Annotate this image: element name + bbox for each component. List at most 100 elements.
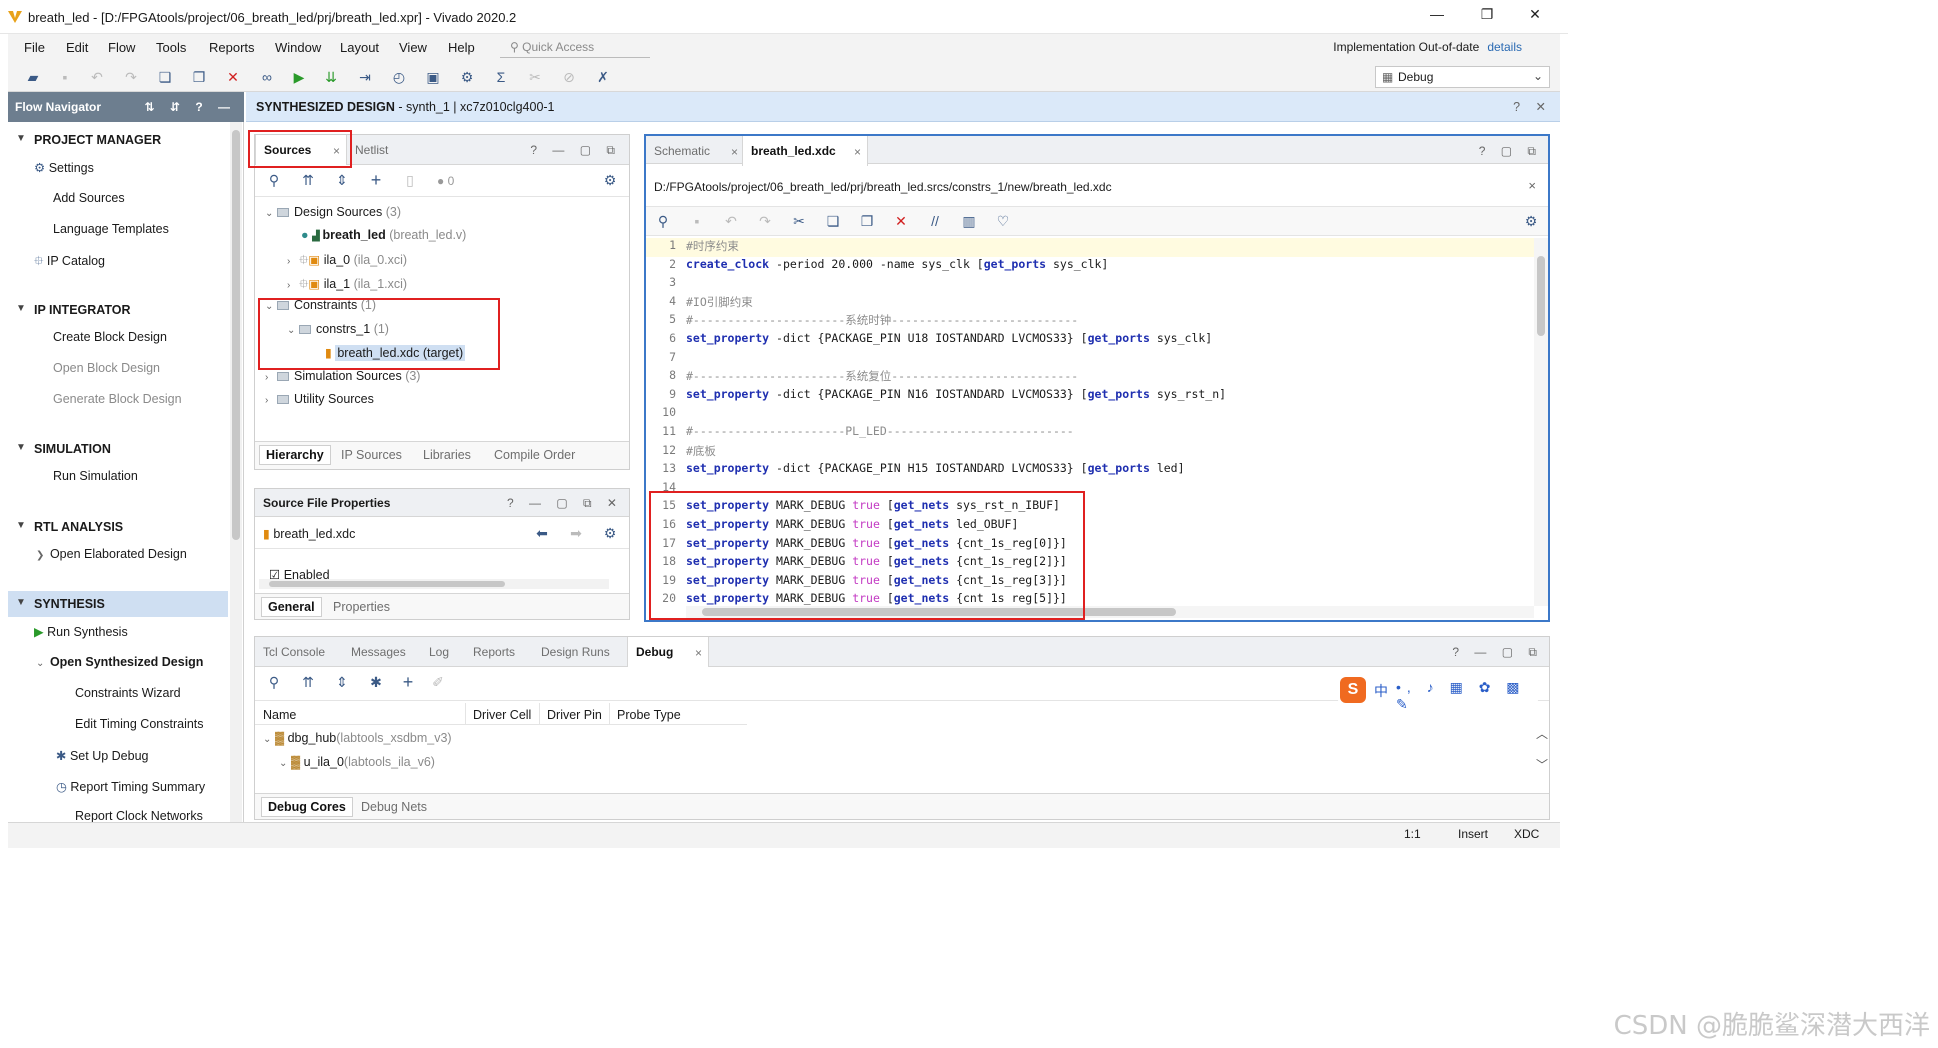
nav-run-synthesis[interactable]: ▶ Run Synthesis: [34, 624, 128, 639]
document-icon[interactable]: ▯: [401, 171, 419, 189]
undo-icon[interactable]: ↶: [722, 212, 740, 230]
tab-properties[interactable]: Properties: [333, 600, 390, 614]
sogou-logo-icon[interactable]: S: [1340, 677, 1366, 703]
tab-debug-cores[interactable]: Debug Cores: [261, 797, 353, 817]
code-line[interactable]: 2 create_clock -period 20.000 -name sys_c…: [646, 257, 1534, 276]
tree-utility-sources[interactable]: › Utility Sources: [265, 392, 374, 406]
disabled-tool-icon[interactable]: ✂: [526, 68, 544, 86]
code-line[interactable]: 20 set_property MARK_DEBUG true [get_nets…: [646, 591, 1534, 606]
nav-set-up-debug[interactable]: ✱ Set Up Debug: [56, 748, 148, 763]
lightbulb-icon[interactable]: ♡: [994, 212, 1012, 230]
horizontal-scrollbar[interactable]: [259, 579, 609, 589]
menu-window[interactable]: Window: [275, 40, 321, 55]
paste-icon[interactable]: ❐: [858, 212, 876, 230]
back-arrow-icon[interactable]: ⬅: [533, 524, 551, 542]
code-line[interactable]: 12 #底板: [646, 443, 1534, 462]
tab-sources[interactable]: Sources ×: [255, 135, 347, 165]
close-icon[interactable]: ×: [695, 646, 702, 660]
nav-open-elaborated-design[interactable]: ❯ Open Elaborated Design: [36, 547, 187, 561]
tree-ila0[interactable]: › ⯐▣ ila_0 (ila_0.xci): [287, 251, 407, 272]
code-line[interactable]: 11 #----------------------PL_LED---------…: [646, 424, 1534, 443]
tree-constraints[interactable]: ⌄ Constraints (1): [265, 298, 376, 312]
tree-simulation-sources[interactable]: › Simulation Sources (3): [265, 369, 420, 383]
nav-create-block-design[interactable]: Create Block Design: [53, 330, 167, 344]
delete-icon[interactable]: ✕: [892, 212, 910, 230]
add-icon[interactable]: +: [367, 171, 385, 189]
tree-design-sources[interactable]: ⌄ Design Sources (3): [265, 205, 401, 219]
section-project-manager[interactable]: ▼ PROJECT MANAGER: [8, 127, 228, 153]
nav-report-timing-summary[interactable]: ◷ Report Timing Summary: [56, 779, 205, 794]
nav-generate-block-design[interactable]: Generate Block Design: [53, 392, 182, 406]
close-icon[interactable]: ×: [333, 144, 340, 158]
nav-report-clock-networks[interactable]: Report Clock Networks: [75, 809, 203, 823]
code-line[interactable]: 4 #IO引脚约束: [646, 294, 1534, 313]
code-line[interactable]: 7: [646, 350, 1534, 369]
comment-icon[interactable]: //: [926, 212, 944, 230]
scrollbar-thumb[interactable]: [269, 581, 505, 587]
restore-button[interactable]: ❐: [1472, 6, 1502, 23]
tab-reports[interactable]: Reports: [465, 637, 523, 667]
bug-icon[interactable]: ✱: [367, 673, 385, 691]
nav-edit-timing-constraints[interactable]: Edit Timing Constraints: [75, 717, 204, 731]
nav-ip-catalog[interactable]: ⯐ IP Catalog: [34, 252, 105, 273]
menu-view[interactable]: View: [399, 40, 427, 55]
tree-constrs1[interactable]: ⌄ constrs_1 (1): [287, 322, 389, 336]
code-area[interactable]: 1 #时序约束 2 create_clock -period 20.000 -name…: [646, 238, 1534, 606]
expand-all-icon[interactable]: ⇕: [333, 673, 351, 691]
tab-debug-nets[interactable]: Debug Nets: [361, 800, 427, 814]
find-icon[interactable]: ∞: [258, 68, 276, 86]
tree-breath-led[interactable]: ● ▟ breath_led (breath_led.v): [301, 228, 466, 242]
enabled-checkbox-row[interactable]: ☑ Enabled: [269, 567, 330, 579]
cross-tool-icon[interactable]: ✗: [594, 68, 612, 86]
warning-count[interactable]: ● 0: [437, 174, 454, 188]
panel-controls-icon[interactable]: ? ▢ ⧉: [1479, 144, 1542, 159]
close-icon[interactable]: ×: [731, 145, 738, 159]
code-line[interactable]: 5 #----------------------系统时钟------------…: [646, 312, 1534, 331]
columns-icon[interactable]: ▥: [960, 212, 978, 230]
code-line[interactable]: 19 set_property MARK_DEBUG true [get_nets…: [646, 573, 1534, 592]
tab-design-runs[interactable]: Design Runs: [533, 637, 618, 667]
section-synthesis[interactable]: ▼ SYNTHESIS: [8, 591, 228, 617]
report-icon[interactable]: ▣: [424, 68, 442, 86]
forward-arrow-icon[interactable]: ➡: [567, 524, 585, 542]
console-scroll-arrows-icon[interactable]: ︿ ﹀: [1535, 725, 1549, 789]
tab-breath-led-xdc[interactable]: breath_led.xdc ×: [742, 136, 868, 166]
search-icon[interactable]: ⚲: [265, 171, 283, 189]
settings-gear-icon[interactable]: ⚙: [458, 68, 476, 86]
tab-hierarchy[interactable]: Hierarchy: [259, 445, 331, 465]
search-icon[interactable]: ⚲: [654, 212, 672, 230]
open-folder-icon[interactable]: ▰: [24, 68, 42, 86]
menu-edit[interactable]: Edit: [66, 40, 88, 55]
minimize-button[interactable]: —: [1422, 6, 1452, 22]
tree-ila1[interactable]: › ⯐▣ ila_1 (ila_1.xci): [287, 275, 407, 296]
column-name[interactable]: Name: [263, 708, 296, 722]
nav-language-templates[interactable]: Language Templates: [53, 222, 169, 236]
code-line[interactable]: 1 #时序约束: [646, 238, 1534, 257]
tab-log[interactable]: Log: [421, 637, 457, 667]
quick-access-input[interactable]: ⚲ Quick Access: [500, 36, 650, 58]
panel-controls-icon[interactable]: ? — ▢ ⧉: [530, 143, 621, 158]
ime-tools-icon[interactable]: •, ♪ ▦ ✿ ▩ ✎: [1396, 679, 1538, 713]
tab-tcl-console[interactable]: Tcl Console: [255, 637, 333, 667]
editor-vertical-scrollbar[interactable]: [1534, 238, 1548, 606]
disabled-tool2-icon[interactable]: ⊘: [560, 68, 578, 86]
close-icon[interactable]: ×: [1528, 178, 1536, 193]
timer-icon[interactable]: ◴: [390, 68, 408, 86]
menu-tools[interactable]: Tools: [156, 40, 186, 55]
cut-icon[interactable]: ✂: [790, 212, 808, 230]
delete-icon[interactable]: ✕: [224, 68, 242, 86]
collapse-all-icon[interactable]: ⇈: [299, 673, 317, 691]
menu-flow[interactable]: Flow: [108, 40, 135, 55]
tab-ip-sources[interactable]: IP Sources: [341, 448, 402, 462]
flow-navigator-scrollbar[interactable]: [230, 122, 242, 822]
section-simulation[interactable]: ▼ SIMULATION: [8, 436, 228, 462]
code-line[interactable]: 18 set_property MARK_DEBUG true [get_nets…: [646, 554, 1534, 573]
nav-settings[interactable]: ⚙ Settings: [34, 160, 94, 175]
code-line[interactable]: 14: [646, 480, 1534, 499]
tab-netlist[interactable]: Netlist: [347, 135, 396, 165]
code-line[interactable]: 8 #----------------------系统复位------------…: [646, 368, 1534, 387]
copy-icon[interactable]: ❏: [824, 212, 842, 230]
save-icon[interactable]: ▪: [688, 212, 706, 230]
tab-general[interactable]: General: [261, 597, 322, 617]
scrollbar-thumb[interactable]: [232, 130, 240, 540]
